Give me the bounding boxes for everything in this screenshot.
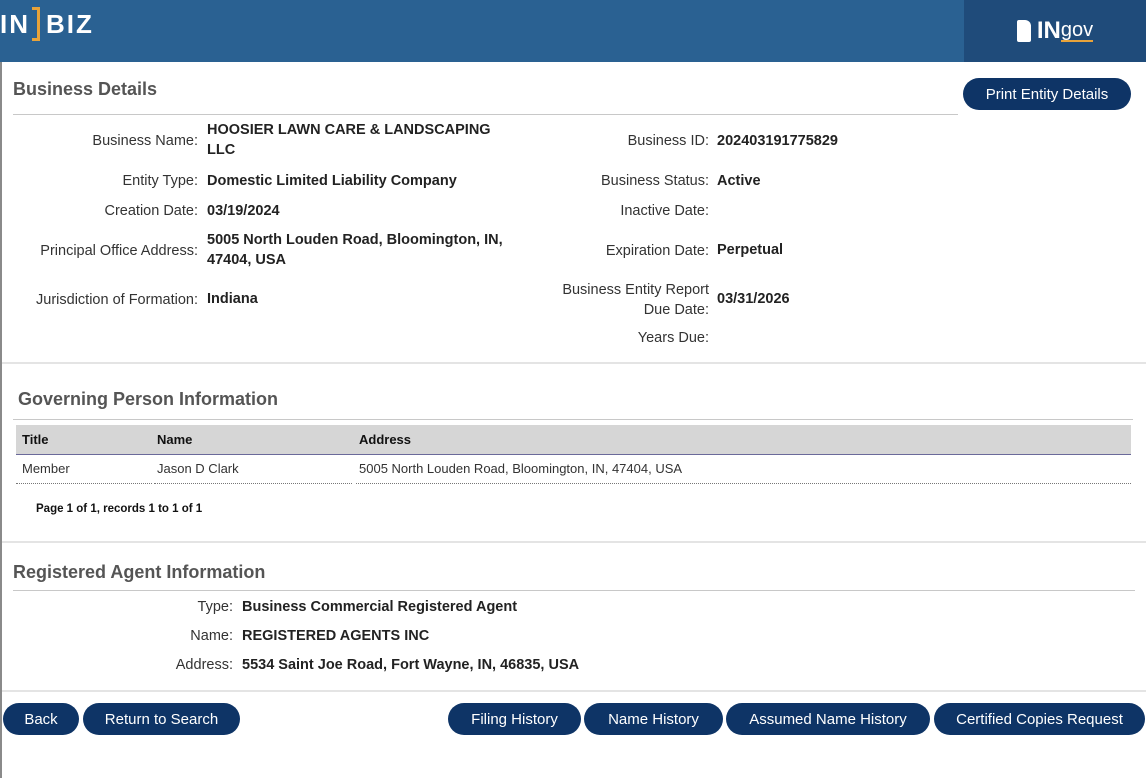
section-divider bbox=[2, 541, 1146, 543]
return-to-search-button[interactable]: Return to Search bbox=[83, 703, 240, 735]
assumed-name-history-button[interactable]: Assumed Name History bbox=[726, 703, 930, 735]
business-id-label: Business ID: bbox=[627, 133, 709, 149]
ingov-gov: gov bbox=[1060, 18, 1094, 42]
column-name[interactable]: Name bbox=[157, 432, 192, 447]
ingov-logo[interactable]: IN gov bbox=[964, 0, 1146, 62]
agent-address-value: 5534 Saint Joe Road, Fort Wayne, IN, 468… bbox=[242, 657, 580, 673]
registered-agent-rule bbox=[13, 590, 1135, 591]
business-name-value: HOOSIER LAWN CARE & LANDSCAPING LLC bbox=[207, 122, 491, 158]
principal-office-value: 5005 North Louden Road, Bloomington, IN,… bbox=[207, 232, 503, 268]
agent-name-label: Name: bbox=[190, 628, 233, 644]
ingov-in: IN bbox=[1036, 17, 1061, 44]
creation-date-value: 03/19/2024 bbox=[207, 203, 280, 219]
left-border bbox=[0, 62, 2, 778]
business-id-value: 202403191775829 bbox=[717, 133, 838, 149]
registered-agent-title: Registered Agent Information bbox=[13, 562, 266, 582]
row-divider bbox=[356, 483, 1131, 484]
inactive-date-label: Inactive Date: bbox=[620, 203, 709, 219]
principal-office-label: Principal Office Address: bbox=[40, 243, 198, 259]
report-due-date-value: 03/31/2026 bbox=[717, 291, 790, 307]
name-history-button[interactable]: Name History bbox=[584, 703, 723, 735]
indiana-state-icon bbox=[1016, 20, 1031, 42]
years-due-label: Years Due: bbox=[637, 330, 709, 346]
business-name-label: Business Name: bbox=[92, 133, 198, 149]
entity-type-label: Entity Type: bbox=[122, 173, 199, 189]
agent-type-label: Type: bbox=[197, 599, 233, 615]
entity-type-value: Domestic Limited Liability Company bbox=[207, 173, 457, 189]
creation-date-label: Creation Date: bbox=[104, 203, 199, 219]
section-divider bbox=[2, 690, 1146, 692]
logo-bracket-icon bbox=[32, 7, 40, 41]
business-status-label: Business Status: bbox=[601, 173, 709, 189]
certified-copies-request-button[interactable]: Certified Copies Request bbox=[934, 703, 1145, 735]
pager-text: Page 1 of 1, records 1 to 1 of 1 bbox=[36, 503, 203, 515]
print-entity-details-button[interactable]: Print Entity Details bbox=[963, 78, 1131, 110]
agent-name-value: REGISTERED AGENTS INC bbox=[242, 628, 430, 644]
cell-title: Member bbox=[22, 461, 70, 476]
business-status-value: Active bbox=[717, 173, 761, 189]
jurisdiction-value: Indiana bbox=[207, 291, 258, 307]
column-address[interactable]: Address bbox=[359, 432, 411, 447]
expiration-date-label: Expiration Date: bbox=[605, 243, 709, 259]
row-divider bbox=[16, 483, 152, 484]
back-button[interactable]: Back bbox=[3, 703, 79, 735]
inbiz-logo[interactable]: IN BIZ bbox=[0, 6, 94, 42]
agent-type-value: Business Commercial Registered Agent bbox=[242, 599, 518, 615]
governing-person-title: Governing Person Information bbox=[18, 389, 279, 409]
site-header: IN BIZ IN gov bbox=[0, 0, 1146, 62]
business-details-rule bbox=[13, 114, 958, 115]
logo-in: IN bbox=[0, 8, 30, 39]
section-divider bbox=[2, 362, 1146, 364]
business-details-title: Business Details bbox=[13, 79, 158, 99]
report-due-date-label: Business Entity Report Due Date: bbox=[562, 282, 709, 318]
logo-biz: BIZ bbox=[46, 8, 94, 39]
agent-address-label: Address: bbox=[175, 657, 233, 673]
filing-history-button[interactable]: Filing History bbox=[448, 703, 581, 735]
cell-address: 5005 North Louden Road, Bloomington, IN,… bbox=[359, 461, 683, 476]
governing-person-rule bbox=[13, 419, 1133, 420]
column-title[interactable]: Title bbox=[22, 432, 49, 447]
cell-name: Jason D Clark bbox=[157, 461, 239, 476]
table-header: Title Name Address bbox=[16, 425, 1131, 455]
row-divider bbox=[154, 483, 352, 484]
expiration-date-value: Perpetual bbox=[717, 242, 784, 258]
jurisdiction-label: Jurisdiction of Formation: bbox=[36, 292, 198, 308]
